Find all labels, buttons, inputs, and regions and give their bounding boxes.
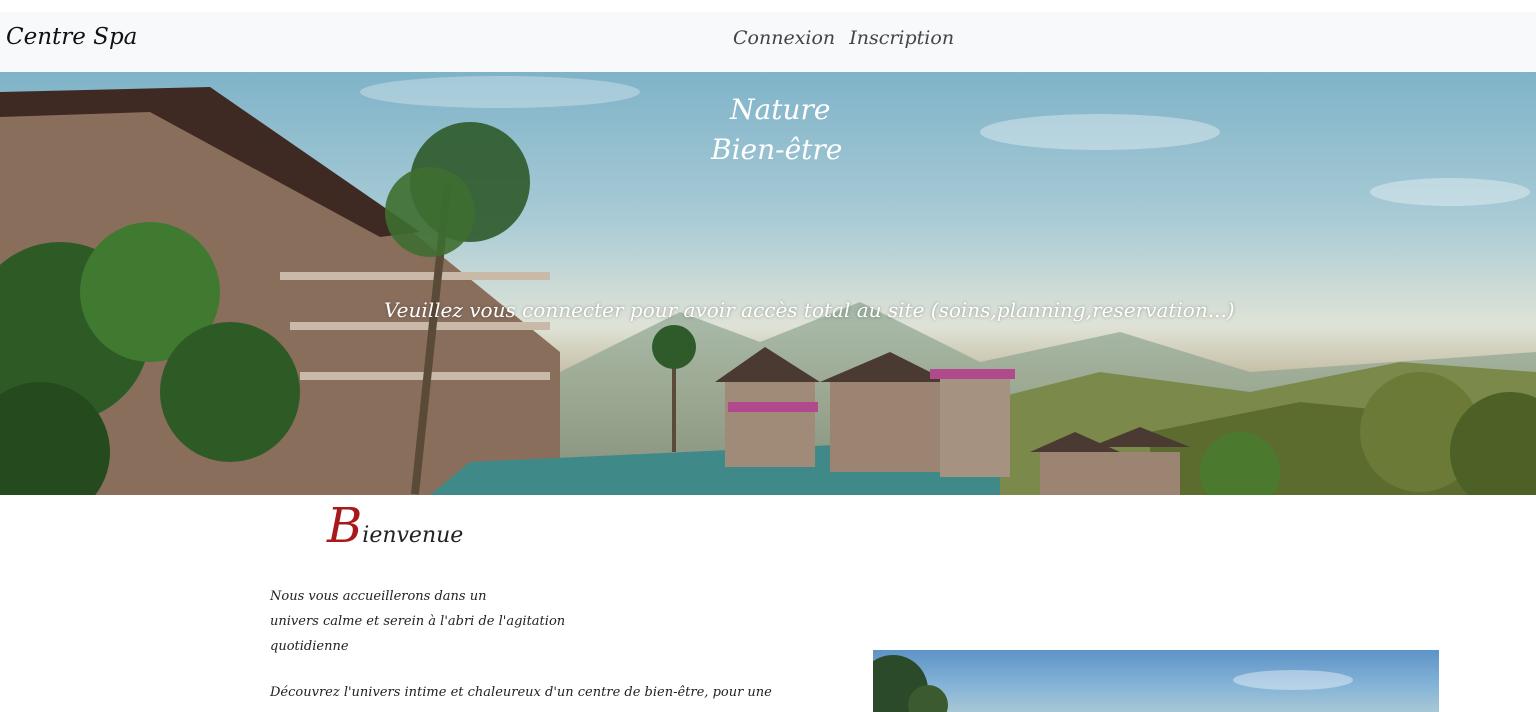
side-photo bbox=[873, 650, 1439, 712]
intro-paragraph: Nous vous accueillerons dans un univers … bbox=[270, 584, 570, 659]
hero-title-line2: Bien-être bbox=[711, 133, 843, 166]
navbar: Centre Spa Connexion Inscription bbox=[0, 12, 1536, 72]
intro-line: quotidienne bbox=[270, 639, 349, 654]
nav-links: Connexion Inscription bbox=[733, 27, 962, 49]
login-link[interactable]: Connexion bbox=[733, 27, 835, 49]
welcome-rest: ienvenue bbox=[362, 523, 464, 548]
hero-title-line1: Nature bbox=[730, 93, 831, 126]
welcome-heading: Bienvenue bbox=[327, 498, 463, 554]
discover-paragraph: Découvrez l'univers intime et chaleureux… bbox=[270, 685, 772, 700]
welcome-initial: B bbox=[327, 498, 363, 554]
intro-line: univers calme et serein à l'abri de l'ag… bbox=[270, 614, 566, 629]
login-notice: Veuillez vous connecter pour avoir accès… bbox=[384, 298, 1235, 322]
palm-photo bbox=[873, 655, 1353, 712]
intro-line: Nous vous accueillerons dans un bbox=[270, 589, 487, 604]
signup-link[interactable]: Inscription bbox=[849, 27, 954, 49]
brand-link[interactable]: Centre Spa bbox=[6, 24, 137, 50]
hero-banner: Nature Bien-être Veuillez vous connecter… bbox=[0, 72, 1536, 495]
